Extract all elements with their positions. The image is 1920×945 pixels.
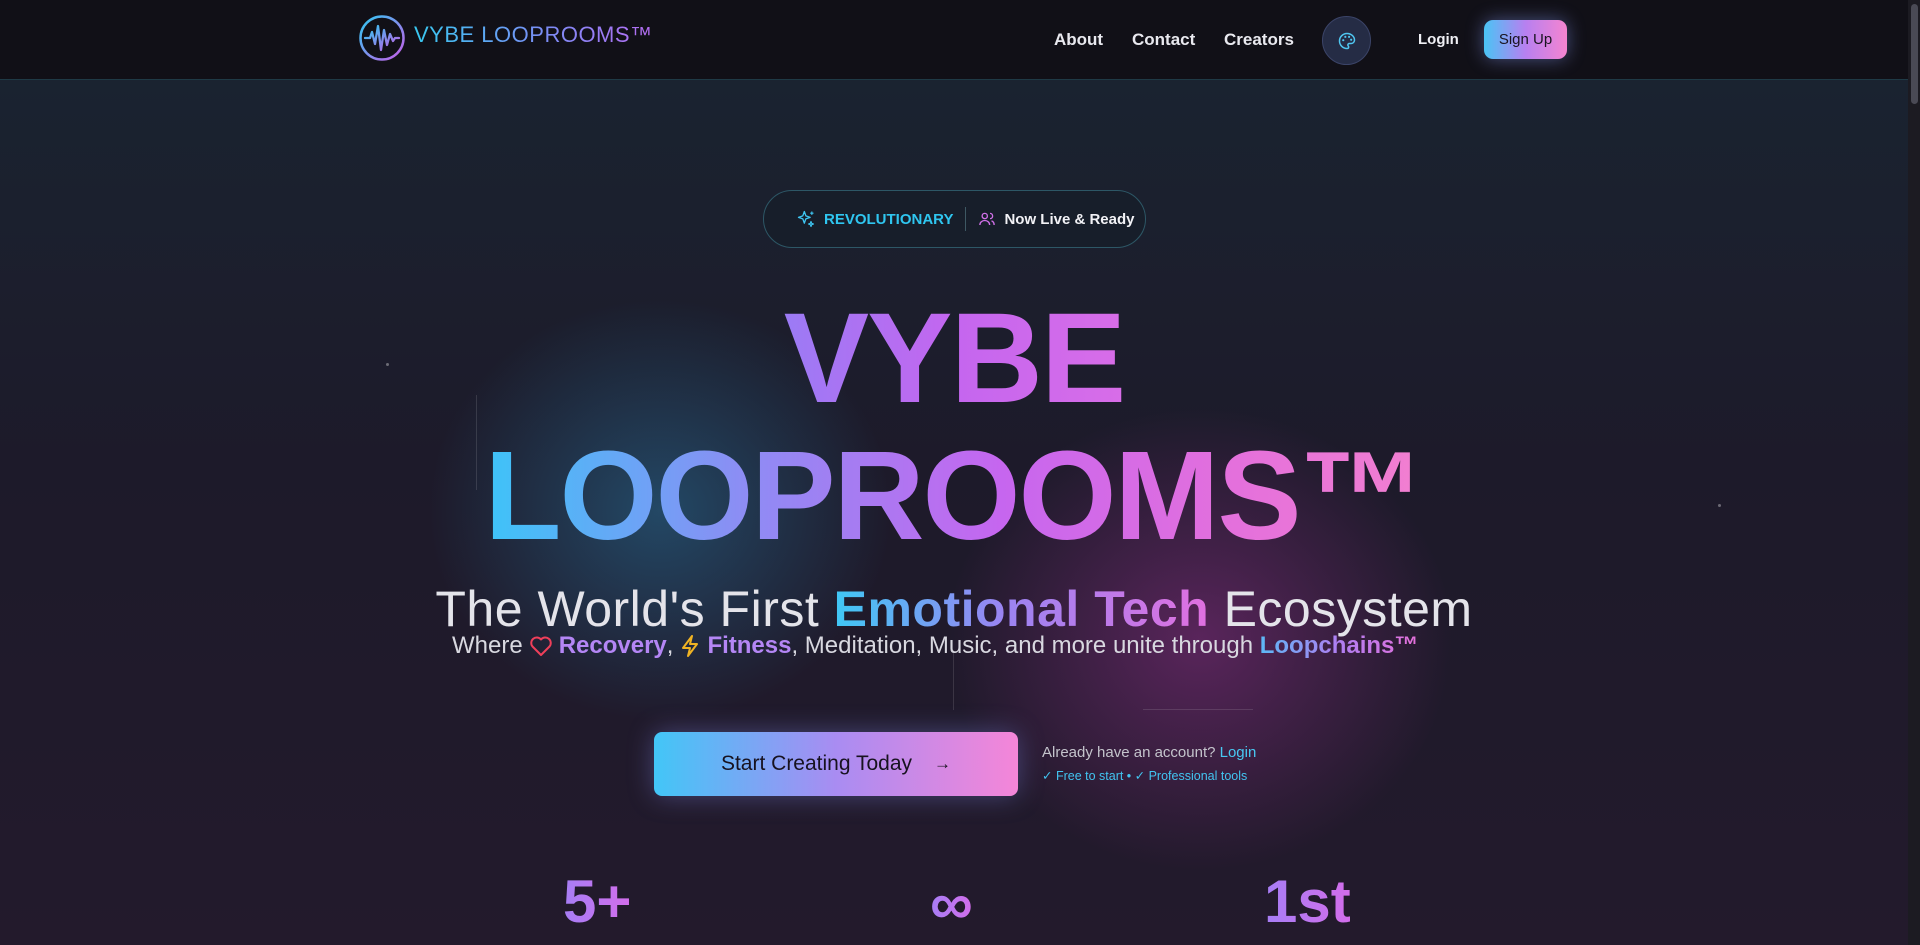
sparkles-icon — [797, 210, 815, 228]
account-prompt-text: Already have an account? — [1042, 744, 1216, 761]
palette-icon — [1338, 32, 1355, 49]
scrollbar-thumb[interactable] — [1911, 4, 1918, 104]
subline-recovery: Recovery — [558, 632, 667, 659]
hero-title-line2: LOOPROOMS™ — [0, 433, 1908, 559]
hero-title-line1: VYBE — [0, 295, 1908, 423]
signup-button[interactable]: Sign Up — [1484, 20, 1567, 59]
theme-toggle-button[interactable] — [1322, 16, 1371, 65]
top-navbar: VYBE LOOPROOMS™ About Contact Creators L… — [0, 0, 1908, 80]
badge-left: REVOLUTIONARY — [796, 209, 953, 229]
users-icon — [979, 212, 996, 226]
tagline-post: Ecosystem — [1209, 581, 1473, 637]
start-creating-label: Start Creating Today — [720, 752, 913, 775]
start-creating-button[interactable]: Start Creating Today → — [654, 732, 1018, 796]
badge-left-label: REVOLUTIONARY — [824, 210, 954, 228]
hero-tagline: The World's First Emotional Tech Ecosyst… — [0, 580, 1908, 638]
subline-rest: , Meditation, Music, and more unite thro… — [791, 632, 1260, 659]
hero-subline: Where Recovery, Fitness, Meditation, Mus… — [452, 632, 1418, 660]
brand-name: VYBE LOOPROOMS™ — [414, 22, 653, 47]
nav-contact-link[interactable]: Contact — [1132, 30, 1195, 50]
perks-text: ✓ Free to start • ✓ Professional tools — [1042, 769, 1248, 783]
stat-value: 5+ — [563, 868, 632, 935]
status-badge: REVOLUTIONARY Now Live & Ready — [763, 190, 1146, 248]
nav-creators-link[interactable]: Creators — [1224, 30, 1294, 50]
tagline-pre: The World's First — [435, 581, 834, 637]
badge-divider — [965, 207, 967, 231]
hero-title-line2-text: LOOPROOMS™ — [484, 425, 1425, 566]
subline-where: Where — [452, 632, 523, 659]
account-prompt: Already have an account? Login — [1042, 744, 1256, 761]
stat-value: 1st — [1264, 868, 1351, 935]
login-link[interactable]: Login — [1418, 31, 1459, 48]
decorative-line — [1143, 709, 1253, 710]
subline-fitness: Fitness — [707, 632, 792, 659]
badge-right: Now Live & Ready — [978, 210, 1135, 228]
badge-right-label: Now Live & Ready — [1004, 210, 1135, 228]
tagline-highlight: Emotional Tech — [833, 581, 1210, 637]
account-login-link[interactable]: Login — [1220, 744, 1257, 761]
brand-logo[interactable]: VYBE LOOPROOMS™ — [358, 14, 653, 62]
nav-about-link[interactable]: About — [1054, 30, 1103, 50]
lightning-icon — [682, 635, 699, 657]
subline-loopchains: Loopchains™ — [1259, 632, 1419, 659]
subline-comma: , — [666, 632, 674, 659]
waveform-circle-icon — [359, 15, 405, 61]
stat-value: ∞ — [930, 870, 973, 937]
heart-icon — [529, 636, 552, 656]
hero-title-line1-text: VYBE — [783, 287, 1127, 430]
page-scrollbar[interactable] — [1908, 0, 1920, 945]
arrow-right-icon: → — [934, 754, 952, 773]
